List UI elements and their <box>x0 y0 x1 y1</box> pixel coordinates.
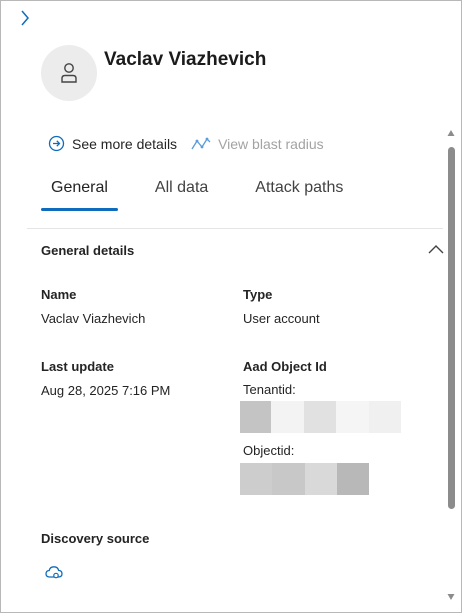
cloud-icon <box>45 566 63 579</box>
avatar <box>41 45 97 101</box>
action-bar: See more details View blast radius <box>48 135 324 152</box>
scroll-thumb[interactable] <box>448 147 455 509</box>
arrow-circle-right-icon <box>48 135 65 152</box>
last-update-value: Aug 28, 2025 7:16 PM <box>41 383 171 398</box>
general-details-heading: General details <box>41 243 135 258</box>
chevron-right-icon <box>21 10 29 26</box>
person-icon <box>61 63 77 83</box>
see-more-details-link[interactable]: See more details <box>48 135 177 152</box>
tab-list: General All data Attack paths <box>41 179 353 211</box>
objectid-label: Objectid: <box>243 443 295 458</box>
scrollbar[interactable] <box>445 127 457 604</box>
discovery-source-cloud-button[interactable] <box>44 562 64 582</box>
tab-all-data-label: All data <box>154 179 209 196</box>
tab-general-label: General <box>51 179 108 196</box>
view-blast-radius-label: View blast radius <box>218 135 324 152</box>
name-label: Name <box>41 287 77 302</box>
type-label: Type <box>243 287 273 302</box>
tenantid-value-redacted <box>240 401 401 433</box>
last-update-label: Last update <box>41 359 114 374</box>
entity-details-panel: Vaclav Viazhevich See more details View … <box>0 0 462 613</box>
discovery-source-label: Discovery source <box>41 531 150 546</box>
tab-attack-paths-label: Attack paths <box>255 179 344 196</box>
chevron-up-icon <box>428 245 444 254</box>
scroll-up-arrow-icon[interactable] <box>447 129 455 137</box>
collapse-panel-button[interactable] <box>15 8 35 28</box>
name-value: Vaclav Viazhevich <box>41 311 146 326</box>
graph-line-icon <box>191 137 211 149</box>
objectid-value-redacted <box>240 463 369 495</box>
type-value: User account <box>243 311 320 326</box>
divider <box>27 228 443 229</box>
tab-general[interactable]: General <box>41 179 118 211</box>
tenantid-label: Tenantid: <box>243 382 296 397</box>
view-blast-radius-link[interactable]: View blast radius <box>191 136 324 152</box>
entity-name: Vaclav Viazhevich <box>104 49 267 70</box>
tab-attack-paths[interactable]: Attack paths <box>245 179 353 197</box>
collapse-section-button[interactable] <box>427 241 445 257</box>
see-more-details-label: See more details <box>72 135 178 152</box>
aad-object-id-label: Aad Object Id <box>243 359 327 374</box>
tab-all-data[interactable]: All data <box>145 179 218 197</box>
scroll-down-arrow-icon[interactable] <box>447 593 455 601</box>
